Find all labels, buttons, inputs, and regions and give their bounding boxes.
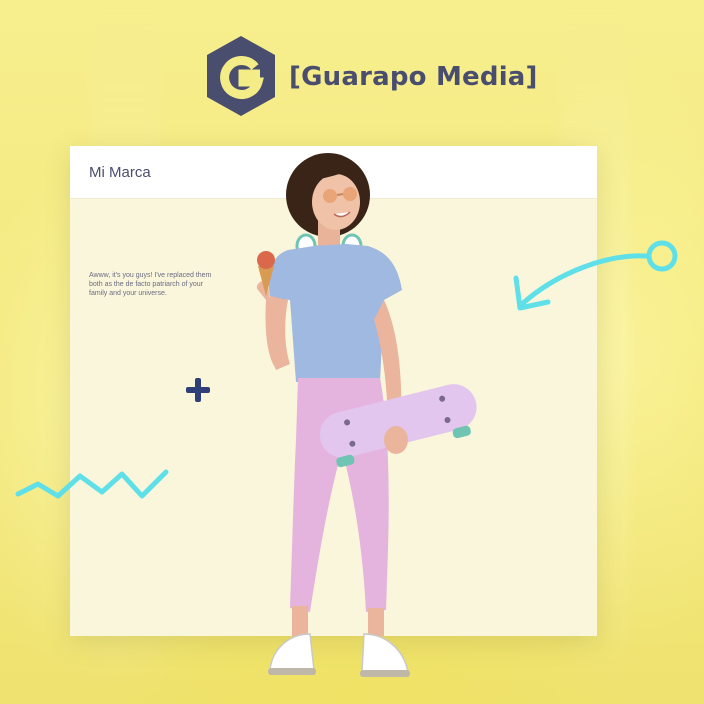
sneaker-left: [269, 633, 315, 671]
card-title: Mi Marca: [89, 163, 151, 181]
curved-arrow-icon: [513, 240, 678, 311]
card-body-text: Awww, it's you guys! I've replaced them …: [89, 272, 212, 297]
model-photo: [256, 153, 477, 677]
sneaker-right: [361, 633, 409, 673]
hexagon-g-logo-icon: [207, 36, 275, 116]
brand-name: [Guarapo Media]: [289, 62, 538, 92]
plus-icon: [186, 378, 210, 402]
sunglasses-icon: [323, 189, 337, 203]
face: [312, 174, 360, 230]
zigzag-icon: [15, 469, 169, 499]
brand-logo: [Guarapo Media]: [203, 34, 538, 118]
